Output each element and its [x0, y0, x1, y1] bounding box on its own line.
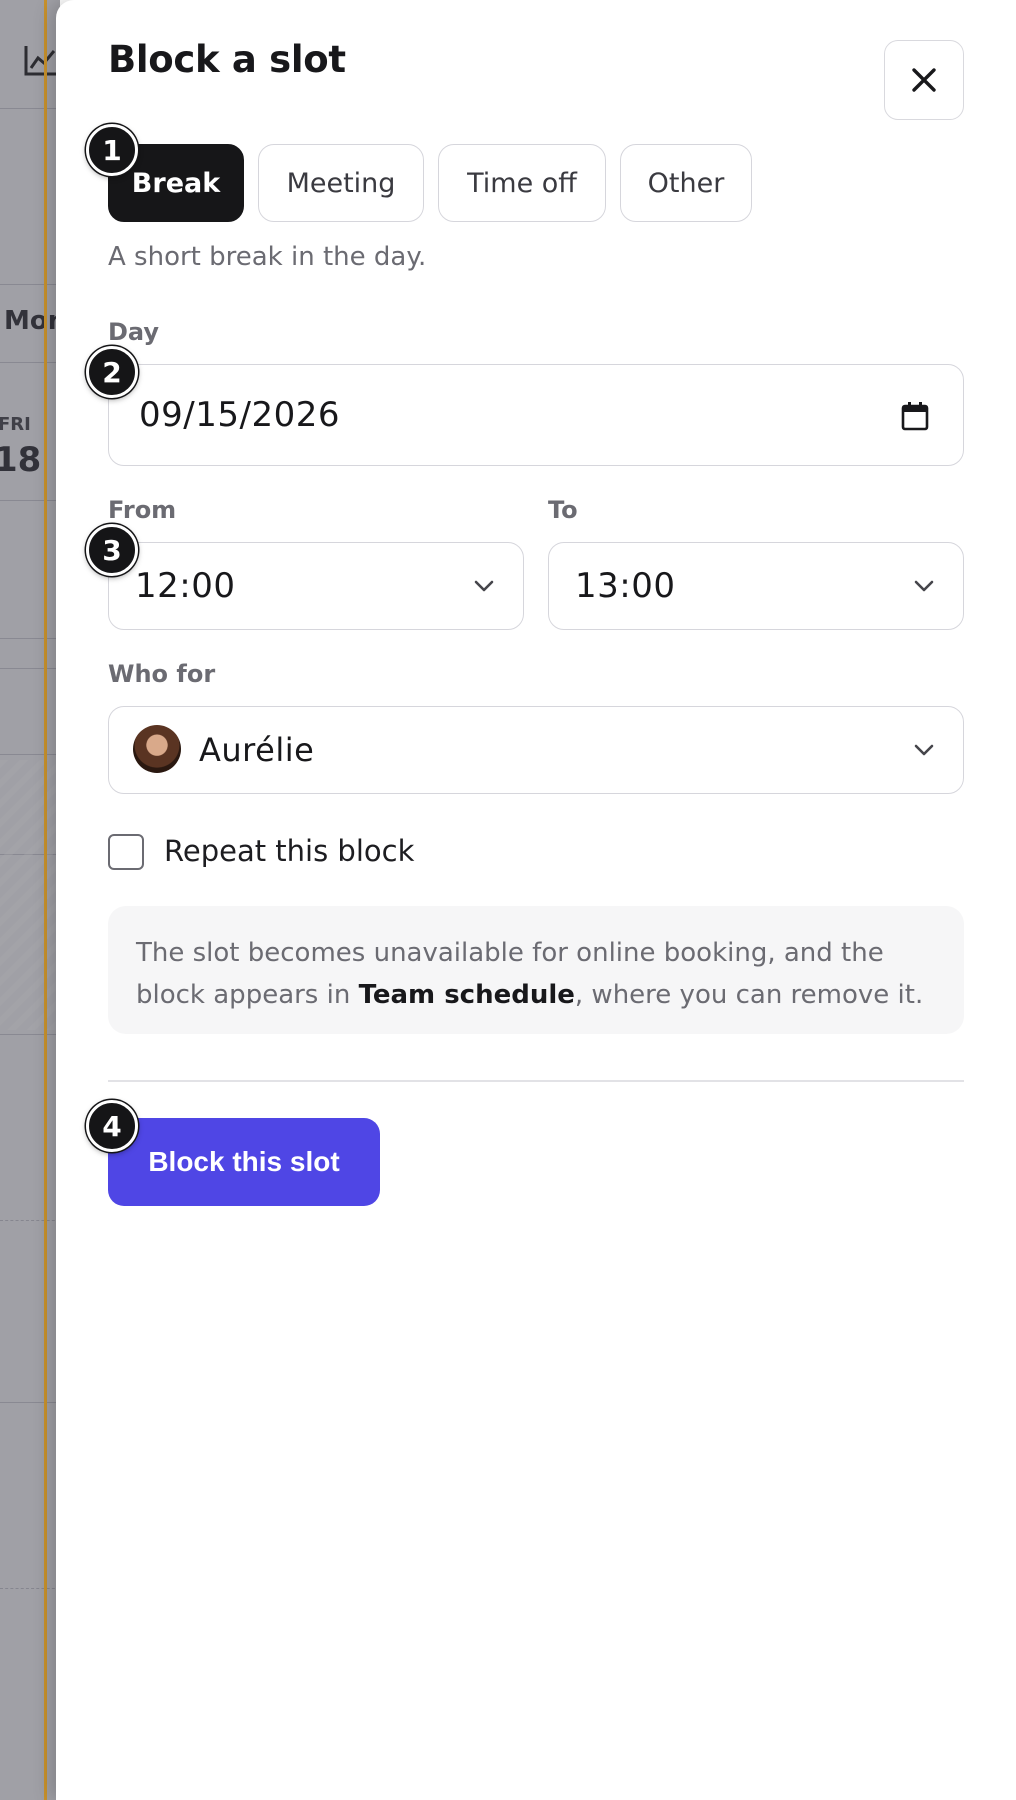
- repeat-label[interactable]: Repeat this block: [164, 834, 414, 868]
- close-icon: [912, 68, 936, 92]
- block-slot-button[interactable]: Block this slot: [108, 1118, 380, 1206]
- step-badge-2: 2: [86, 346, 138, 398]
- team-schedule-link: Team schedule: [358, 980, 575, 1010]
- day-label: Day: [108, 318, 160, 346]
- background-calendar: Mon FRI 18: [0, 0, 60, 1800]
- info-text-after: , where you can remove it.: [574, 980, 924, 1010]
- day-date-input[interactable]: 09/15/2026: [108, 364, 964, 466]
- info-note: The slot becomes unavailable for online …: [108, 906, 964, 1034]
- type-hint: A short break in the day.: [108, 242, 427, 272]
- chevron-down-icon: [914, 744, 934, 756]
- step-badge-1: 1: [86, 124, 138, 176]
- to-time-select[interactable]: 13:00: [548, 542, 964, 630]
- to-label: To: [548, 496, 578, 524]
- type-other-button[interactable]: Other: [620, 144, 752, 222]
- avatar: [133, 725, 181, 773]
- close-button[interactable]: [884, 40, 964, 120]
- from-label: From: [108, 496, 177, 524]
- from-time-select[interactable]: 12:00: [108, 542, 524, 630]
- chevron-down-icon: [474, 580, 494, 592]
- chevron-down-icon: [914, 580, 934, 592]
- sidebar-accent-line: [44, 0, 47, 1800]
- from-value: 12:00: [135, 566, 236, 606]
- day-value: 09/15/2026: [139, 395, 340, 435]
- step-badge-4: 4: [86, 1100, 138, 1152]
- step-badge-3: 3: [86, 524, 138, 576]
- type-time-off-button[interactable]: Time off: [438, 144, 606, 222]
- calendar-icon[interactable]: [901, 401, 929, 431]
- to-value: 13:00: [575, 566, 676, 606]
- divider: [108, 1080, 964, 1082]
- who-for-select[interactable]: Aurélie: [108, 706, 964, 794]
- type-meeting-button[interactable]: Meeting: [258, 144, 424, 222]
- who-for-value: Aurélie: [199, 731, 315, 769]
- who-for-label: Who for: [108, 660, 216, 688]
- repeat-checkbox[interactable]: [108, 834, 144, 870]
- drawer-title: Block a slot: [108, 38, 346, 81]
